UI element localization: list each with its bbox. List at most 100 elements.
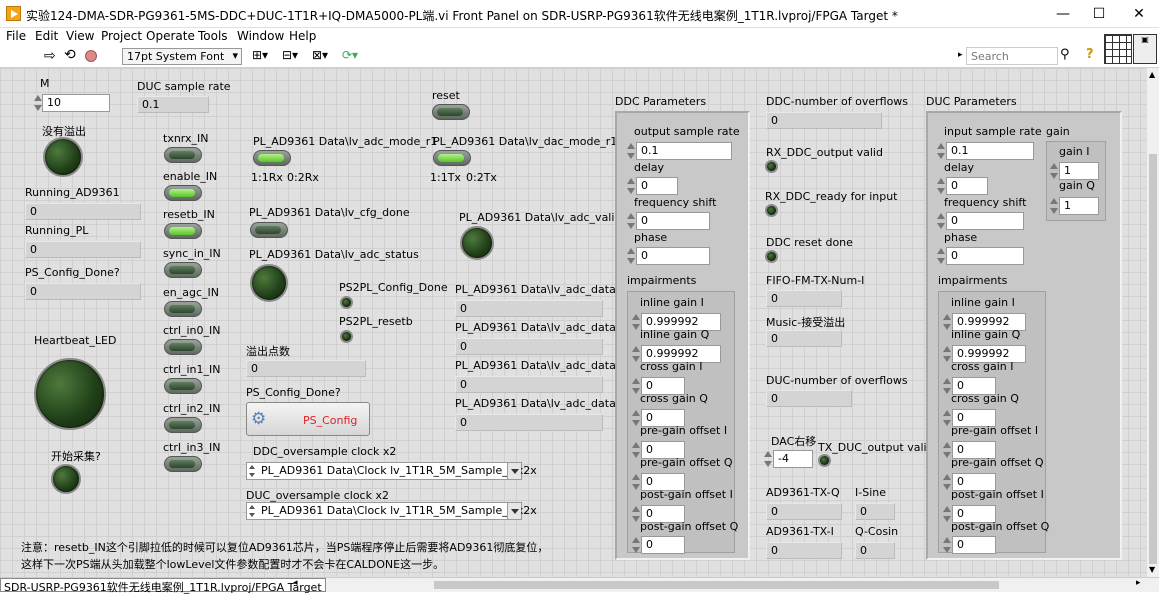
menu-project[interactable]: Project bbox=[101, 29, 142, 43]
duc-gain-q-spinner[interactable] bbox=[1050, 197, 1058, 215]
ddc-reset-done-led bbox=[765, 250, 778, 263]
scroll-up-icon[interactable]: ▲ bbox=[1149, 70, 1155, 79]
duc-post-offset-i-spinner[interactable] bbox=[943, 505, 951, 523]
abort-icon[interactable] bbox=[85, 50, 97, 62]
duc-delay-spinner[interactable] bbox=[937, 177, 945, 195]
ddc-post-offset-i-label: post-gain offset I bbox=[640, 488, 733, 501]
duc-inline-gain-q-spinner[interactable] bbox=[943, 345, 951, 363]
txnrx-label: txnrx_IN bbox=[163, 132, 209, 145]
sync-in-switch[interactable] bbox=[164, 262, 202, 278]
duc-gain-i-spinner[interactable] bbox=[1050, 162, 1058, 180]
duc-post-offset-q-input[interactable]: 0 bbox=[952, 536, 996, 554]
duc-gain-i-input[interactable]: 1 bbox=[1059, 162, 1099, 180]
ctrl-in0-label: ctrl_in0_IN bbox=[163, 324, 221, 337]
ddc-phase-spinner[interactable] bbox=[627, 247, 635, 265]
ddc-cross-gain-q-spinner[interactable] bbox=[632, 409, 640, 427]
duc-cross-gain-i-spinner[interactable] bbox=[943, 377, 951, 395]
ctrl-in0-switch[interactable] bbox=[164, 339, 202, 355]
menu-help[interactable]: Help bbox=[289, 29, 316, 43]
ddc-inline-gain-i-spinner[interactable] bbox=[632, 313, 640, 331]
run-continuously-icon[interactable]: ⟲ bbox=[64, 47, 76, 63]
txnrx-switch[interactable] bbox=[164, 147, 202, 163]
ddc-delay-spinner[interactable] bbox=[627, 177, 635, 195]
scroll-right-icon[interactable]: ▸ bbox=[1136, 578, 1141, 588]
search-expand-icon[interactable]: ▸ bbox=[958, 50, 963, 60]
search-icon[interactable]: ⚲ bbox=[1060, 47, 1070, 62]
duc-clock-select[interactable]: PL_AD9361 Data\Clock lv_1T1R_5M_Sample_c… bbox=[246, 502, 537, 520]
ddc-post-offset-q-input[interactable]: 0 bbox=[641, 536, 685, 554]
duc-freq-shift-spinner[interactable] bbox=[937, 212, 945, 230]
menu-edit[interactable]: Edit bbox=[35, 29, 58, 43]
reorder-icon[interactable]: ⟳▾ bbox=[342, 48, 358, 62]
ddc-clock-spinner[interactable] bbox=[249, 465, 257, 477]
help-icon[interactable]: ? bbox=[1086, 47, 1094, 62]
search-input[interactable]: Search bbox=[966, 47, 1058, 65]
dac-mode-switch[interactable] bbox=[433, 150, 471, 166]
ctrl-in3-switch[interactable] bbox=[164, 456, 202, 472]
reset-button[interactable] bbox=[432, 104, 470, 120]
duc-post-offset-q-spinner[interactable] bbox=[943, 536, 951, 554]
ddc-delay-input[interactable]: 0 bbox=[636, 177, 678, 195]
minimize-button[interactable]: — bbox=[1048, 4, 1078, 24]
front-panel: M 10 DUC sample rate 0.1 没有溢出 Running_AD… bbox=[0, 68, 1146, 577]
duc-inline-gain-i-spinner[interactable] bbox=[943, 313, 951, 331]
align-icon[interactable]: ⊞▾ bbox=[252, 48, 268, 62]
vi-icon[interactable]: ▣ bbox=[1133, 34, 1157, 64]
ddc-cross-gain-i-spinner[interactable] bbox=[632, 377, 640, 395]
running-ad9361-label: Running_AD9361 bbox=[25, 186, 120, 199]
ctrl-in1-switch[interactable] bbox=[164, 378, 202, 394]
duc-pre-offset-i-spinner[interactable] bbox=[943, 441, 951, 459]
chevron-down-icon[interactable] bbox=[507, 463, 521, 479]
duc-gain-q-input[interactable]: 1 bbox=[1059, 197, 1099, 215]
duc-delay-input[interactable]: 0 bbox=[946, 177, 988, 195]
ddc-phase-input[interactable]: 0 bbox=[636, 247, 710, 265]
duc-phase-input[interactable]: 0 bbox=[946, 247, 1024, 265]
ddc-freq-shift-input[interactable]: 0 bbox=[636, 212, 710, 230]
menu-file[interactable]: File bbox=[6, 29, 26, 43]
connector-pane-icon[interactable] bbox=[1104, 34, 1132, 64]
dac-shift-spinner[interactable] bbox=[764, 450, 772, 468]
ddc-inline-gain-q-spinner[interactable] bbox=[632, 345, 640, 363]
ddc-post-offset-q-spinner[interactable] bbox=[632, 536, 640, 554]
ddc-pre-offset-q-spinner[interactable] bbox=[632, 473, 640, 491]
font-select[interactable]: 17pt System Font ▾ bbox=[122, 48, 242, 65]
ddc-output-rate-spinner[interactable] bbox=[627, 142, 635, 160]
menu-window[interactable]: Window bbox=[237, 29, 284, 43]
duc-phase-spinner[interactable] bbox=[937, 247, 945, 265]
ddc-output-rate-input[interactable]: 0.1 bbox=[636, 142, 732, 160]
run-arrow-icon[interactable]: ⇨ bbox=[44, 48, 56, 64]
chevron-down-icon[interactable] bbox=[507, 503, 521, 519]
m-spinner[interactable] bbox=[34, 94, 42, 112]
scroll-left-icon[interactable]: ◂ bbox=[293, 578, 298, 588]
duc-freq-shift-input[interactable]: 0 bbox=[946, 212, 1024, 230]
enable-switch[interactable] bbox=[164, 185, 202, 201]
en-agc-switch[interactable] bbox=[164, 301, 202, 317]
menu-operate[interactable]: Operate bbox=[146, 29, 195, 43]
distribute-icon[interactable]: ⊟▾ bbox=[282, 48, 298, 62]
dac-shift-input[interactable]: -4 bbox=[773, 450, 813, 468]
m-input[interactable]: 10 bbox=[42, 94, 110, 112]
ddc-clock-select[interactable]: PL_AD9361 Data\Clock lv_1T1R_5M_Sample_c… bbox=[246, 462, 537, 480]
resize-icon[interactable]: ⊠▾ bbox=[312, 48, 328, 62]
duc-input-rate-spinner[interactable] bbox=[937, 142, 945, 160]
menu-view[interactable]: View bbox=[66, 29, 94, 43]
ddc-freq-shift-spinner[interactable] bbox=[627, 212, 635, 230]
vertical-scrollbar[interactable]: ▲ ▼ bbox=[1146, 68, 1159, 577]
start-led[interactable] bbox=[51, 464, 81, 494]
close-button[interactable]: ✕ bbox=[1124, 4, 1154, 24]
ddc-pre-offset-i-spinner[interactable] bbox=[632, 441, 640, 459]
vertical-scroll-thumb[interactable] bbox=[1149, 154, 1157, 564]
duc-pre-offset-q-spinner[interactable] bbox=[943, 473, 951, 491]
ctrl-in2-switch[interactable] bbox=[164, 417, 202, 433]
duc-input-rate-input[interactable]: 0.1 bbox=[946, 142, 1034, 160]
menu-tools[interactable]: Tools bbox=[198, 29, 228, 43]
ps-config-button[interactable]: ⚙ PS_Config bbox=[246, 402, 370, 436]
horizontal-scroll-thumb[interactable] bbox=[434, 581, 999, 589]
ddc-post-offset-i-spinner[interactable] bbox=[632, 505, 640, 523]
duc-clock-spinner[interactable] bbox=[249, 505, 257, 517]
adc-mode-switch[interactable] bbox=[253, 150, 291, 166]
resetb-switch[interactable] bbox=[164, 223, 202, 239]
duc-cross-gain-q-spinner[interactable] bbox=[943, 409, 951, 427]
maximize-button[interactable]: ☐ bbox=[1084, 4, 1114, 24]
scroll-down-icon[interactable]: ▼ bbox=[1149, 565, 1155, 574]
